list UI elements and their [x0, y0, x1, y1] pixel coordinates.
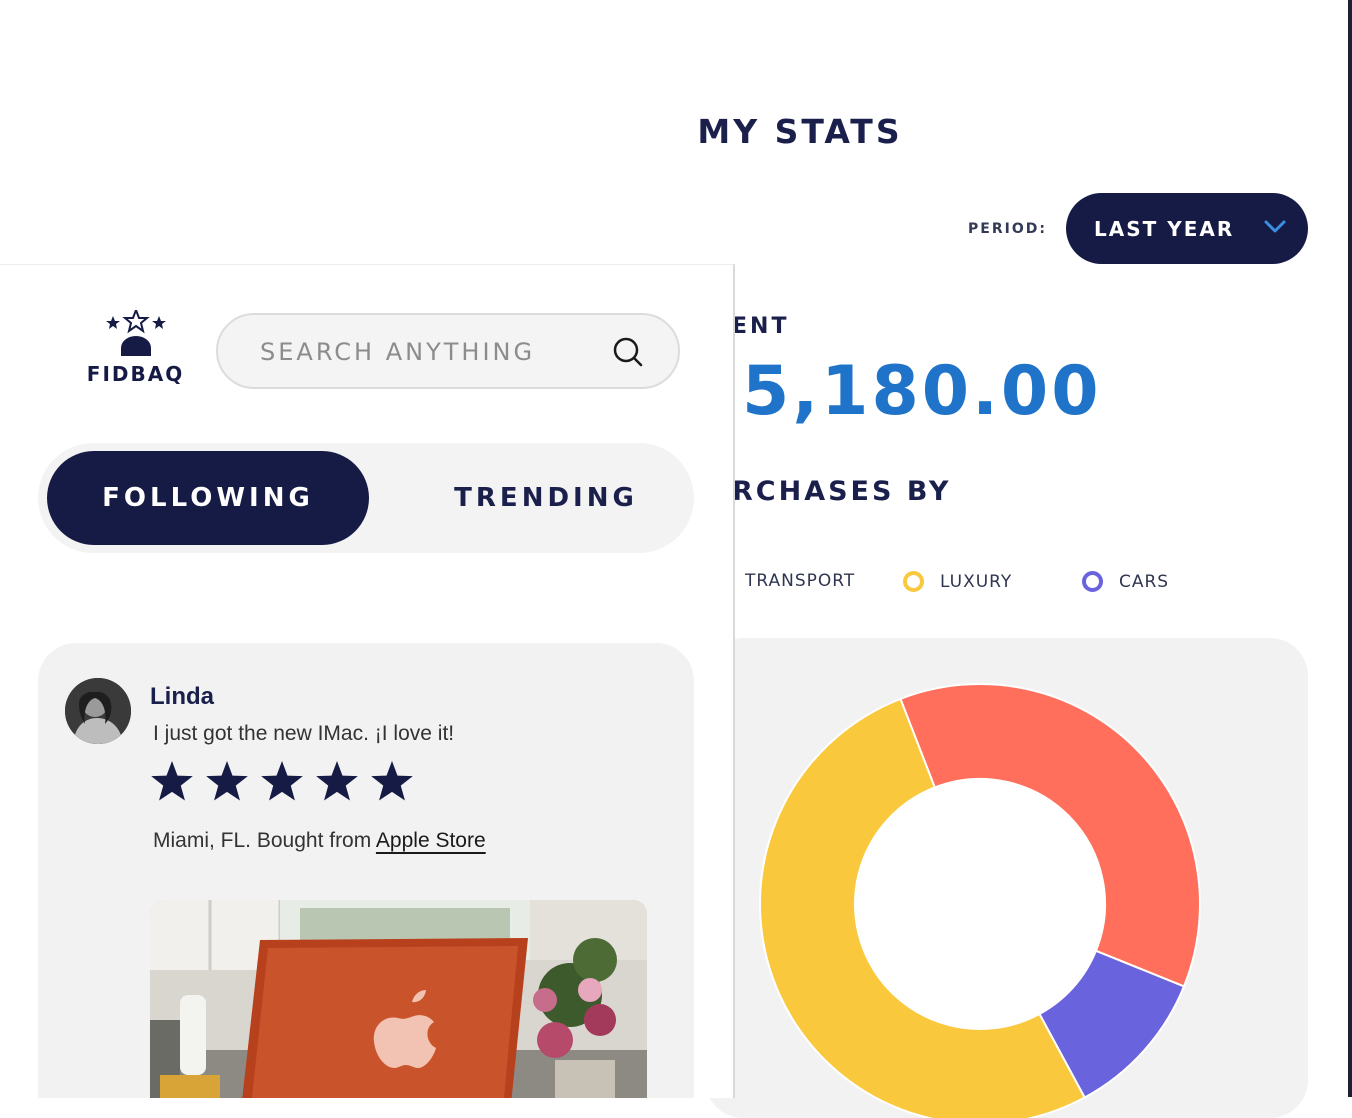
star-icon: [316, 761, 358, 801]
legend-label: TRANSPORT: [745, 571, 856, 591]
star-icon: [151, 761, 193, 801]
star-icon: [371, 761, 413, 801]
star-icon: [206, 761, 248, 801]
feed-panel: FIDBAQ FOLLOWING TRENDING Linda I just g…: [0, 264, 735, 1098]
period-value: LAST YEAR: [1094, 216, 1235, 241]
search-bar[interactable]: [216, 313, 680, 389]
post-image[interactable]: [150, 900, 647, 1098]
post-author[interactable]: Linda: [150, 683, 214, 711]
legend-dot-icon: [903, 571, 924, 592]
purchases-by-label: RCHASES BY: [732, 476, 952, 507]
donut-chart: [759, 683, 1201, 1118]
location-text: Miami, FL. Bought from: [153, 829, 376, 852]
logo-text: FIDBAQ: [86, 362, 185, 386]
chevron-down-icon: [1264, 220, 1286, 233]
search-input[interactable]: [258, 333, 592, 371]
legend-item-cars: CARS: [1082, 571, 1169, 592]
rating-stars: [150, 761, 414, 803]
spent-label: ENT: [732, 314, 790, 339]
legend-label: CARS: [1119, 571, 1170, 592]
legend-label: LUXURY: [940, 571, 1013, 592]
post-text: I just got the new IMac. ¡I love it!: [153, 722, 455, 745]
spent-amount: 5,180.00: [742, 352, 1102, 431]
feed-tabs: FOLLOWING TRENDING: [38, 443, 694, 553]
search-icon[interactable]: [612, 336, 644, 368]
window-edge: [1348, 0, 1352, 1097]
page-title: MY STATS: [697, 112, 903, 151]
period-label: PERIOD:: [968, 221, 1047, 237]
period-dropdown[interactable]: LAST YEAR: [1066, 193, 1308, 264]
legend-item-luxury: LUXURY: [903, 571, 1012, 592]
legend-item-transport: TRANSPORT: [745, 571, 855, 591]
tab-trending[interactable]: TRENDING: [408, 451, 684, 545]
tab-following[interactable]: FOLLOWING: [47, 451, 369, 545]
post-card[interactable]: Linda I just got the new IMac. ¡I love i…: [38, 643, 694, 1098]
star-icon: [261, 761, 303, 801]
chart-card: [705, 638, 1308, 1118]
logo[interactable]: FIDBAQ: [78, 307, 193, 386]
store-link[interactable]: Apple Store: [376, 829, 486, 852]
post-location: Miami, FL. Bought from Apple Store: [153, 829, 486, 853]
legend-dot-icon: [1082, 571, 1103, 592]
logo-icon: [105, 307, 166, 356]
donut-hole: [856, 780, 1104, 1028]
avatar[interactable]: [65, 678, 131, 744]
